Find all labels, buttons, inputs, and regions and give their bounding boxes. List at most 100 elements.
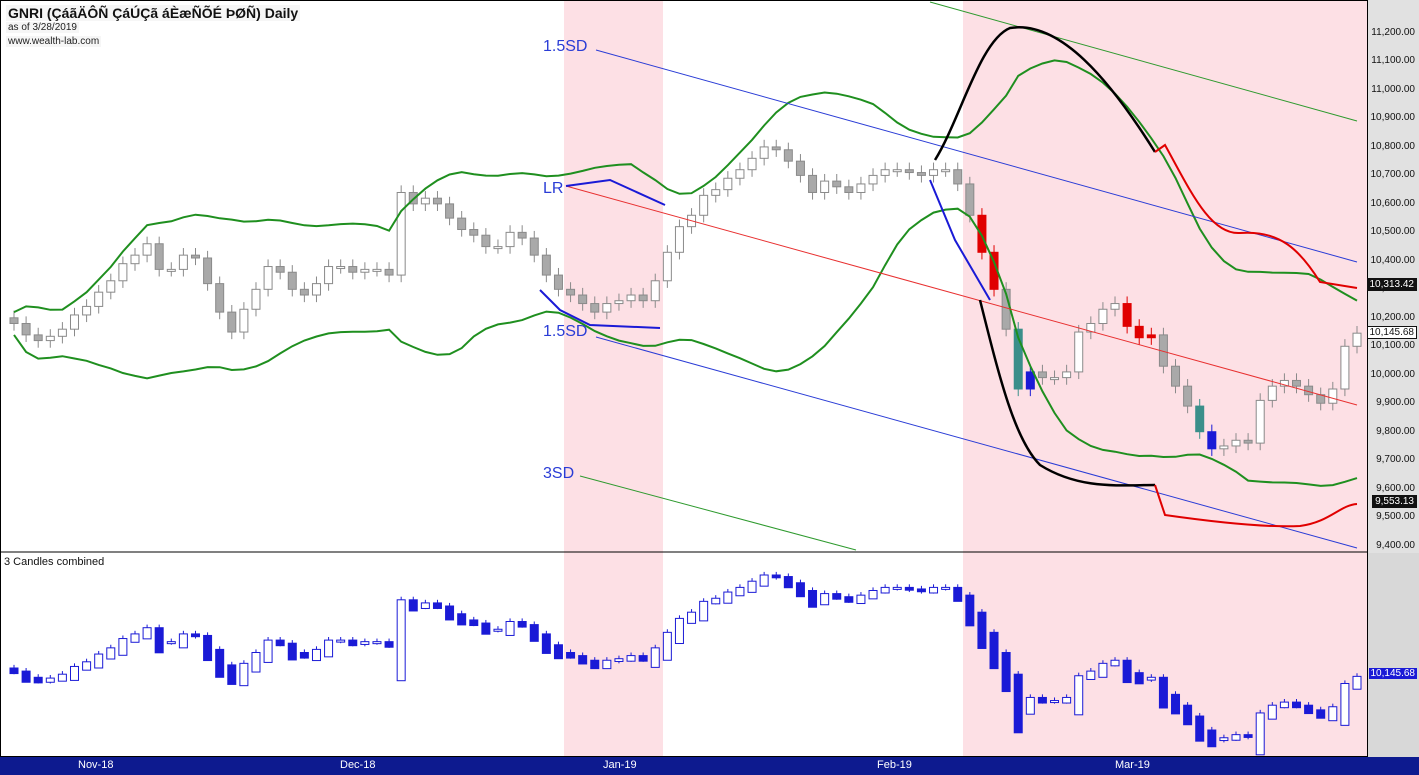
sub-candle xyxy=(1001,652,1011,693)
sub-candle xyxy=(9,667,19,675)
price-candle xyxy=(1025,371,1035,390)
price-candle xyxy=(638,294,648,302)
sub-candle xyxy=(820,593,830,606)
sub-candle xyxy=(336,639,346,643)
sub-candle xyxy=(1074,675,1084,716)
price-candle xyxy=(82,305,92,316)
price-candle xyxy=(699,194,709,216)
price-candle xyxy=(57,328,67,337)
sub-candle xyxy=(1098,662,1108,678)
price-candle xyxy=(1255,399,1265,444)
y-tick-label: 11,200.00 xyxy=(1371,27,1415,38)
price-candle xyxy=(457,217,467,231)
price-candle xyxy=(130,254,140,265)
price-candle xyxy=(263,266,273,290)
price-candle xyxy=(541,254,551,276)
sub-candle xyxy=(239,662,249,687)
sub-candle xyxy=(457,613,467,626)
price-candle xyxy=(1098,308,1108,324)
channel-level-label: LR xyxy=(543,180,564,197)
y-tick-label: 9,600.00 xyxy=(1376,482,1415,494)
price-candle xyxy=(360,268,370,273)
price-candle xyxy=(1037,371,1047,379)
sub-candle xyxy=(553,644,563,660)
sub-candle xyxy=(1062,696,1072,704)
x-axis-label: Feb-19 xyxy=(877,759,912,771)
price-candle xyxy=(251,288,261,310)
price-candle xyxy=(808,174,818,193)
price-candle xyxy=(311,283,321,296)
sub-candle xyxy=(324,639,334,658)
sub-candle xyxy=(1183,704,1193,726)
sub-candle xyxy=(21,670,31,683)
sub-candle xyxy=(892,586,902,590)
price-candle xyxy=(190,254,200,259)
sub-candle xyxy=(699,600,709,622)
price-candle xyxy=(178,254,188,270)
price-candle xyxy=(795,160,805,176)
sub-candle xyxy=(759,574,769,587)
price-candle xyxy=(1207,431,1217,450)
sub-candle xyxy=(1146,676,1156,681)
sub-candle xyxy=(941,586,951,590)
sub-candle xyxy=(106,647,116,660)
price-candle xyxy=(239,308,249,333)
sub-candle xyxy=(626,655,636,662)
sub-candle xyxy=(396,599,406,682)
y-tick-label: 9,900.00 xyxy=(1376,397,1415,409)
price-candle xyxy=(711,189,721,196)
sub-candle xyxy=(953,586,963,602)
sub-candle xyxy=(1292,701,1302,709)
sub-candle xyxy=(674,617,684,645)
price-candle xyxy=(469,229,479,236)
sub-candle xyxy=(711,597,721,605)
price-candle xyxy=(1267,385,1277,401)
sub-price-label: 10,145.68 xyxy=(1368,668,1417,679)
sub-candle xyxy=(517,621,527,628)
shaded-period xyxy=(564,0,663,757)
price-candle xyxy=(1110,303,1120,310)
sub-candle xyxy=(45,677,55,683)
price-candle xyxy=(747,157,757,171)
price-candle xyxy=(45,335,55,342)
sub-candle xyxy=(130,633,140,643)
price-candle xyxy=(868,174,878,185)
sub-candle xyxy=(687,611,697,624)
sub-candle xyxy=(1267,704,1277,720)
y-tick-label: 10,200.00 xyxy=(1370,311,1416,323)
y-tick-label: 10,100.00 xyxy=(1370,340,1416,352)
sub-candle xyxy=(142,627,152,640)
y-tick-label: 9,800.00 xyxy=(1376,425,1415,437)
price-candle xyxy=(1074,331,1084,373)
price-candle xyxy=(21,322,31,336)
sub-candle xyxy=(650,647,660,668)
price-candle xyxy=(662,251,672,282)
sub-candle xyxy=(1122,659,1132,684)
sub-candle xyxy=(33,676,43,684)
price-candle xyxy=(1231,439,1241,447)
price-candle xyxy=(1171,365,1181,387)
sub-candle xyxy=(263,639,273,663)
price-candle xyxy=(614,300,624,305)
sub-candle xyxy=(190,633,200,638)
price-candle xyxy=(832,180,842,188)
sub-candle xyxy=(384,641,394,648)
sub-candle xyxy=(408,599,418,612)
last-price-label: 9,553.13 xyxy=(1372,495,1417,509)
sub-candle xyxy=(1086,670,1096,680)
sub-candle xyxy=(1013,673,1023,734)
price-candle xyxy=(783,149,793,162)
chart-title: GNRI (ÇáãÄÔÑ ÇáÚÇã áÈæÑÕÉ ÞØÑ) Daily xyxy=(6,5,301,21)
price-candle xyxy=(602,303,612,313)
x-axis-label: Jan-19 xyxy=(603,759,637,771)
price-candle xyxy=(106,280,116,293)
price-candle xyxy=(517,231,527,239)
price-candle xyxy=(759,146,769,159)
sub-candle xyxy=(360,641,370,645)
price-candle xyxy=(771,146,781,151)
price-candle xyxy=(904,169,914,174)
price-candle xyxy=(1243,439,1253,444)
price-candle xyxy=(1328,388,1338,404)
sub-candle xyxy=(1207,729,1217,748)
y-tick-label: 10,000.00 xyxy=(1370,368,1416,380)
